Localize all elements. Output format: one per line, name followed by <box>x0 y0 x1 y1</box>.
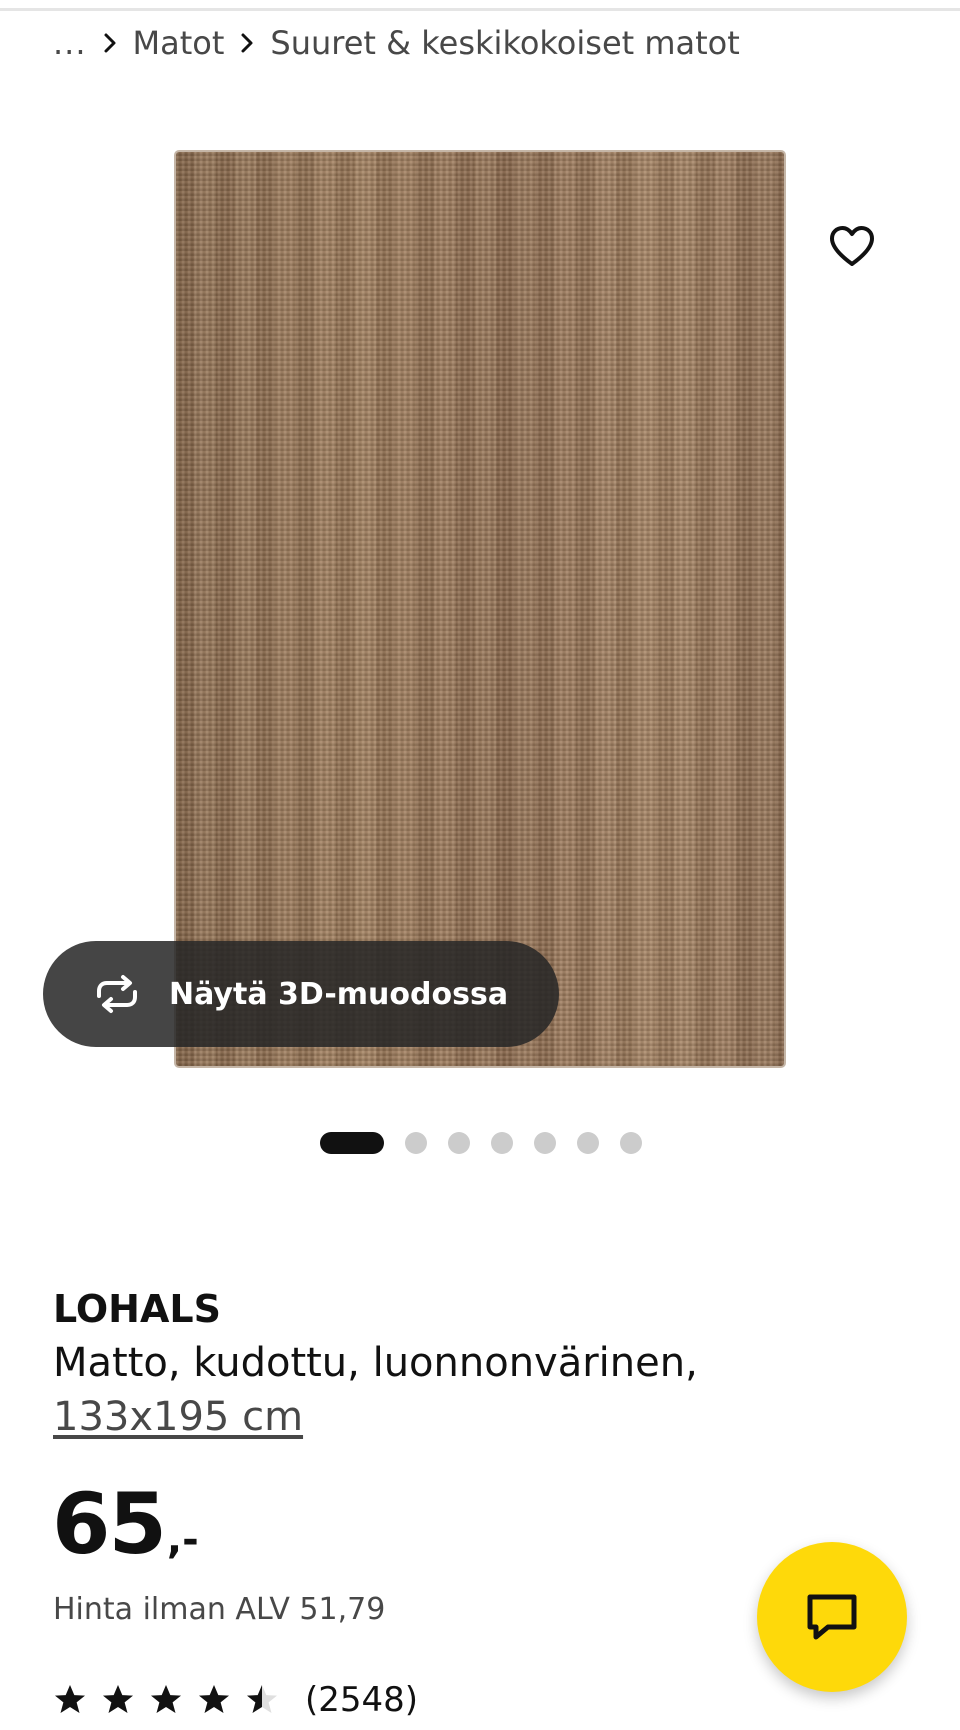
view-3d-button[interactable]: Näytä 3D-muodossa <box>43 941 559 1047</box>
rotate-arrows-icon <box>89 974 145 1014</box>
product-name: LOHALS <box>53 1287 221 1331</box>
price-suffix: ,- <box>166 1517 199 1563</box>
chevron-right-icon <box>87 18 133 68</box>
product-image[interactable] <box>176 152 784 1066</box>
star-icon <box>103 1685 133 1713</box>
product-description: Matto, kudottu, luonnonvärinen, 133x195 … <box>53 1336 873 1444</box>
breadcrumb: ... Matot Suuret & keskikokoiset matot <box>53 18 740 68</box>
price: 65 ,- <box>52 1478 199 1570</box>
breadcrumb-more[interactable]: ... <box>53 24 87 62</box>
carousel-dot[interactable] <box>534 1132 556 1154</box>
product-description-text: Matto, kudottu, luonnonvärinen, <box>53 1340 698 1386</box>
breadcrumb-item-suuret-keskikokoiset[interactable]: Suuret & keskikokoiset matot <box>270 24 739 62</box>
favourite-button[interactable] <box>822 216 882 276</box>
view-3d-label: Näytä 3D-muodossa <box>169 976 509 1012</box>
star-icon <box>151 1685 181 1713</box>
product-media: Näytä 3D-muodossa <box>0 120 960 1080</box>
rating-stars <box>53 1683 293 1717</box>
carousel-dot[interactable] <box>577 1132 599 1154</box>
star-icon <box>55 1685 85 1713</box>
carousel-dot[interactable] <box>620 1132 642 1154</box>
star-icon <box>199 1685 229 1713</box>
star-icon <box>247 1685 277 1713</box>
size-link[interactable]: 133x195 cm <box>53 1394 303 1440</box>
chat-button[interactable] <box>757 1542 907 1692</box>
heart-outline-icon <box>830 226 874 266</box>
price-integer: 65 <box>52 1475 167 1573</box>
price-without-vat: Hinta ilman ALV 51,79 <box>53 1592 386 1627</box>
chat-bubble-icon <box>807 1594 857 1640</box>
carousel-dot[interactable] <box>491 1132 513 1154</box>
carousel-dot[interactable] <box>405 1132 427 1154</box>
top-divider <box>0 8 960 11</box>
carousel-dot[interactable] <box>320 1132 384 1154</box>
carousel-indicator <box>320 1132 663 1154</box>
carousel-dot[interactable] <box>448 1132 470 1154</box>
breadcrumb-item-matot[interactable]: Matot <box>133 24 225 62</box>
rating[interactable]: (2548) <box>53 1676 418 1724</box>
chevron-right-icon <box>224 18 270 68</box>
review-count[interactable]: (2548) <box>305 1680 418 1720</box>
